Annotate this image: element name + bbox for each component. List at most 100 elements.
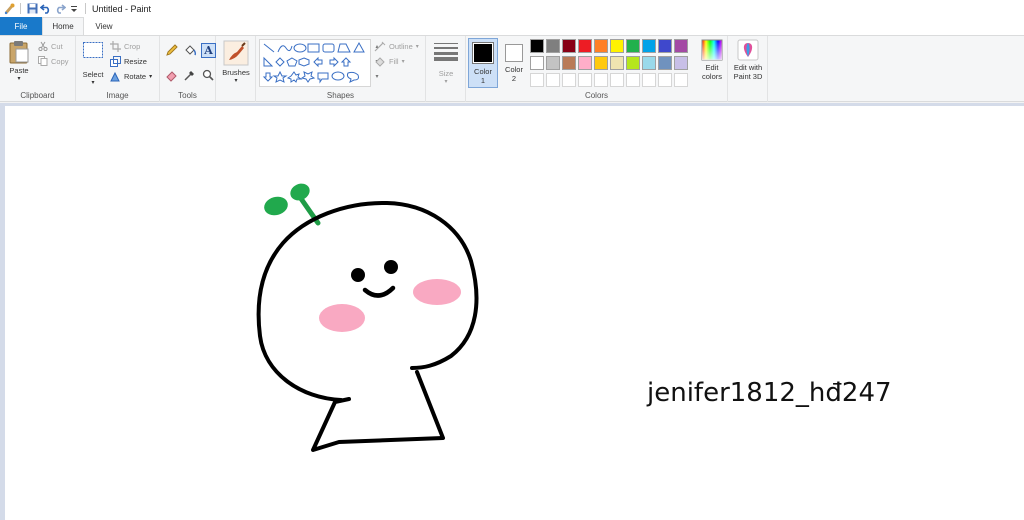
paint3d-group: Edit with Paint 3D [728,36,768,102]
color-palette [530,39,698,91]
clipboard-group: Paste ▾ Cut Copy Clipboard [0,36,76,102]
tab-view[interactable]: View [84,17,124,35]
tab-file[interactable]: File [0,17,42,35]
customize-toolbar-icon[interactable] [67,2,81,16]
title-bar: Untitled - Paint [0,0,1024,17]
cut-button[interactable]: Cut [38,41,63,51]
ribbon: Paste ▾ Cut Copy Clipboard Select ▾ Crop… [0,35,1024,102]
brush-icon [223,40,249,66]
palette-swatch[interactable] [642,39,656,53]
brushes-button[interactable]: Brushes ▾ [221,40,251,84]
palette-swatch[interactable] [610,39,624,53]
resize-button[interactable]: Resize [110,56,147,67]
tab-home[interactable]: Home [42,17,84,35]
redo-icon[interactable] [53,2,67,16]
copy-button[interactable]: Copy [38,56,69,66]
brushes-label: Brushes [222,68,250,77]
palette-swatch[interactable] [530,39,544,53]
palette-swatch[interactable] [546,56,560,70]
colors-group-label: Colors [584,91,609,100]
palette-swatch[interactable] [562,56,576,70]
pencil-icon[interactable] [165,43,179,57]
save-icon[interactable] [25,2,39,16]
fill-button[interactable]: Fill ▾ [374,56,405,67]
rotate-label: Rotate [124,72,147,81]
custom-color-slot[interactable] [610,73,624,87]
shapes-gallery[interactable] [259,39,371,87]
paint3d-icon [737,39,759,61]
fill-icon [375,57,385,67]
text-tool-icon[interactable]: A [201,43,216,58]
custom-color-slot[interactable] [546,73,560,87]
color2-button[interactable]: Color 2 [500,38,528,88]
palette-swatch[interactable] [546,39,560,53]
palette-swatch[interactable] [626,56,640,70]
outline-label: Outline [389,42,413,51]
magnifier-icon[interactable] [201,68,215,82]
palette-swatch[interactable] [626,39,640,53]
crop-button[interactable]: Crop [110,41,140,52]
palette-swatch[interactable] [578,39,592,53]
custom-color-slot[interactable] [530,73,544,87]
image-group-label: Image [106,91,129,100]
palette-swatch[interactable] [562,39,576,53]
eraser-icon[interactable] [165,68,179,82]
palette-swatch[interactable] [674,39,688,53]
eyes [351,260,398,282]
tools-group: A Tools [160,36,216,102]
ribbon-tabs: File Home View [0,17,1024,35]
custom-color-slot[interactable] [626,73,640,87]
palette-swatch[interactable] [594,39,608,53]
select-button[interactable]: Select ▾ [80,40,106,86]
clipboard-icon [9,41,29,64]
fill-bucket-icon[interactable] [183,43,197,57]
window-title: Untitled - Paint [92,3,152,14]
shapes-gallery-icons [262,41,365,84]
palette-swatch[interactable] [658,56,672,70]
sprout-icon [264,183,321,226]
palette-swatch[interactable] [674,56,688,70]
clipboard-group-label: Clipboard [20,91,55,100]
image-group: Select ▾ Crop Resize Rotate ▾ Image [76,36,160,102]
color2-label: Color [505,65,523,74]
color1-number: 1 [480,76,486,85]
fill-label: Fill [389,57,399,66]
edit-with-paint3d-button[interactable]: Edit with Paint 3D [728,39,768,81]
colors-group: Color 1 Color 2 Edit colors Colors [466,36,728,102]
drawing-canvas[interactable]: jenifer1812_hđ247 [5,106,1024,520]
size-group: Size ▾ [426,36,466,102]
size-button[interactable]: Size ▾ [433,41,459,85]
canvas-area: jenifer1812_hđ247 [0,103,1024,520]
color-picker-icon[interactable] [183,68,197,82]
color1-button[interactable]: Color 1 [468,38,498,88]
copy-icon [38,56,48,66]
brushes-group: Brushes ▾ [216,36,256,102]
palette-swatch[interactable] [578,56,592,70]
crop-label: Crop [124,42,141,51]
palette-swatch[interactable] [594,56,608,70]
select-rectangle-icon [83,42,103,58]
separator [20,3,21,14]
palette-swatch[interactable] [658,39,672,53]
rotate-button[interactable]: Rotate ▾ [110,71,152,82]
chevron-down-icon: ▾ [17,76,21,82]
edit-colors-label-line2: colors [701,72,722,81]
chevron-down-icon: ▾ [149,74,153,80]
paste-button[interactable]: Paste ▾ [6,40,32,82]
custom-color-slot[interactable] [562,73,576,87]
custom-color-slot[interactable] [642,73,656,87]
outline-button[interactable]: Outline ▾ [374,41,419,52]
palette-swatch[interactable] [530,56,544,70]
paint-app-icon[interactable] [2,2,16,16]
palette-swatch[interactable] [610,56,624,70]
palette-swatch[interactable] [642,56,656,70]
custom-color-slot[interactable] [658,73,672,87]
scissors-icon [38,41,48,51]
edit-colors-button[interactable]: Edit colors [696,39,728,81]
custom-color-slot[interactable] [578,73,592,87]
shapes-group-label: Shapes [326,91,355,100]
chevron-down-icon: ▾ [234,78,238,84]
undo-icon[interactable] [39,2,53,16]
custom-color-slot[interactable] [674,73,688,87]
custom-color-slot[interactable] [594,73,608,87]
